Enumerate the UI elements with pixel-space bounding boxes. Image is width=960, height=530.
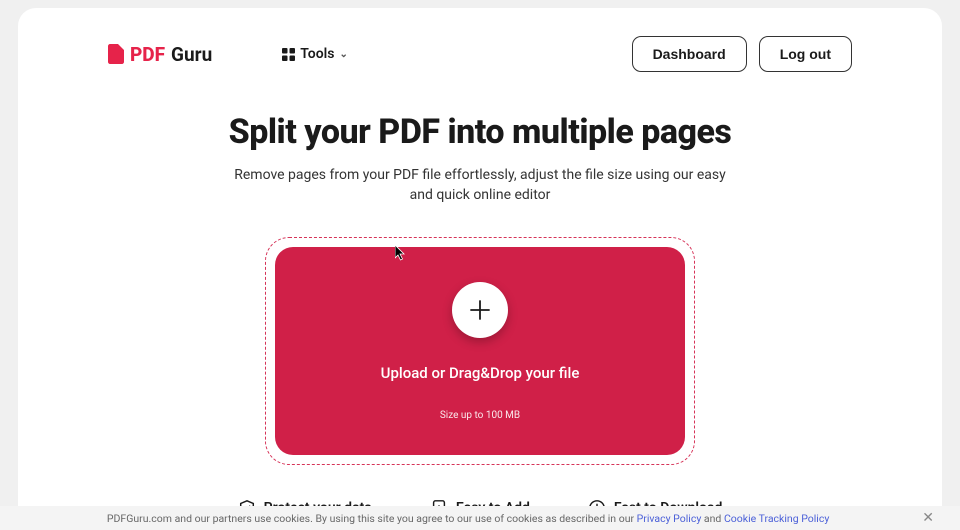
grid-icon (282, 48, 295, 61)
dropzone-hint: Size up to 100 MB (440, 410, 520, 421)
logo[interactable]: PDF Guru (108, 43, 212, 66)
cookie-close-button[interactable]: ✕ (916, 510, 940, 526)
page-subtitle: Remove pages from your PDF file effortle… (230, 166, 730, 205)
logout-button[interactable]: Log out (759, 36, 852, 72)
plus-icon (469, 299, 491, 321)
page-title: Split your PDF into multiple pages (108, 112, 852, 152)
cookie-text: PDFGuru.com and our partners use cookies… (20, 512, 916, 525)
close-icon: ✕ (922, 510, 934, 526)
dropzone-label: Upload or Drag&Drop your file (381, 364, 580, 382)
logo-guru: Guru (171, 43, 212, 66)
tools-menu[interactable]: Tools ⌄ (282, 46, 348, 62)
dashboard-button[interactable]: Dashboard (632, 36, 747, 72)
cookie-banner: PDFGuru.com and our partners use cookies… (0, 506, 960, 530)
chevron-down-icon: ⌄ (339, 49, 347, 60)
privacy-link[interactable]: Privacy Policy (637, 512, 702, 525)
logo-pdf: PDF (130, 43, 165, 66)
tracking-link[interactable]: Cookie Tracking Policy (724, 512, 829, 525)
upload-dropzone[interactable]: Upload or Drag&Drop your file Size up to… (275, 247, 685, 455)
dropzone-border: Upload or Drag&Drop your file Size up to… (265, 237, 695, 465)
header: PDF Guru Tools ⌄ Dashboard Log out (18, 8, 942, 72)
upload-button[interactable] (452, 282, 508, 338)
file-icon (108, 44, 124, 64)
main: Split your PDF into multiple pages Remov… (18, 72, 942, 517)
tools-label: Tools (300, 46, 334, 62)
